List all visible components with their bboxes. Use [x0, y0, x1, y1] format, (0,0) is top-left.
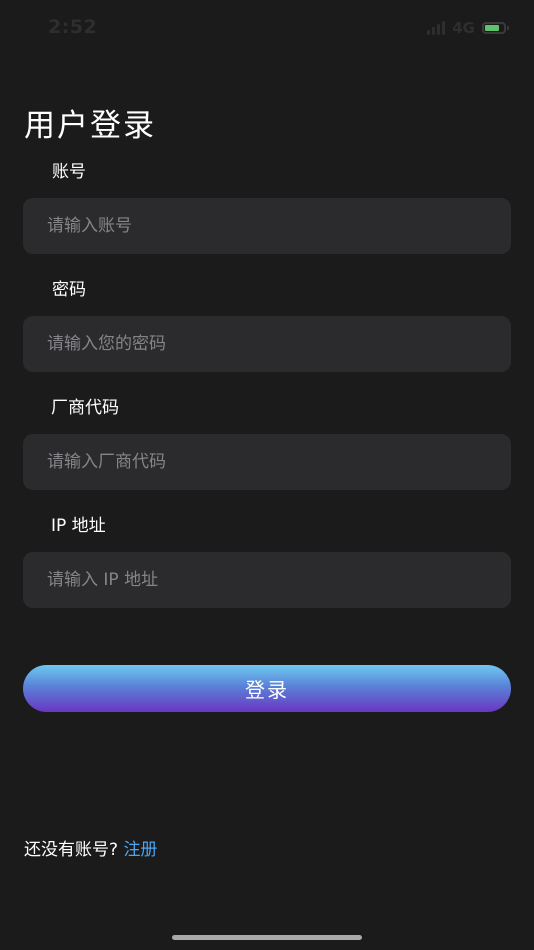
signal-icon — [427, 21, 446, 35]
status-bar: 2:52 4G — [0, 0, 534, 54]
home-indicator[interactable] — [172, 935, 362, 940]
register-prompt: 还没有账号? — [24, 840, 119, 860]
battery-icon — [482, 22, 509, 34]
vendor-code-label: 厂商代码 — [51, 398, 119, 418]
status-icons: 4G — [427, 19, 509, 37]
password-input[interactable] — [47, 334, 511, 354]
account-label: 账号 — [52, 162, 86, 182]
ip-address-field-container — [23, 552, 511, 608]
page-title: 用户登录 — [24, 108, 156, 144]
login-button[interactable]: 登录 — [23, 665, 511, 712]
register-link[interactable]: 注册 — [123, 840, 157, 860]
status-time: 2:52 — [48, 16, 98, 38]
password-label: 密码 — [52, 280, 86, 300]
vendor-code-field-container — [23, 434, 511, 490]
network-label: 4G — [452, 19, 475, 37]
vendor-code-input[interactable] — [47, 452, 511, 472]
account-field-container — [23, 198, 511, 254]
account-input[interactable] — [47, 216, 511, 236]
register-row: 还没有账号? 注册 — [24, 835, 157, 860]
password-field-container — [23, 316, 511, 372]
ip-address-input[interactable] — [47, 570, 511, 590]
ip-address-label: IP 地址 — [51, 516, 106, 536]
